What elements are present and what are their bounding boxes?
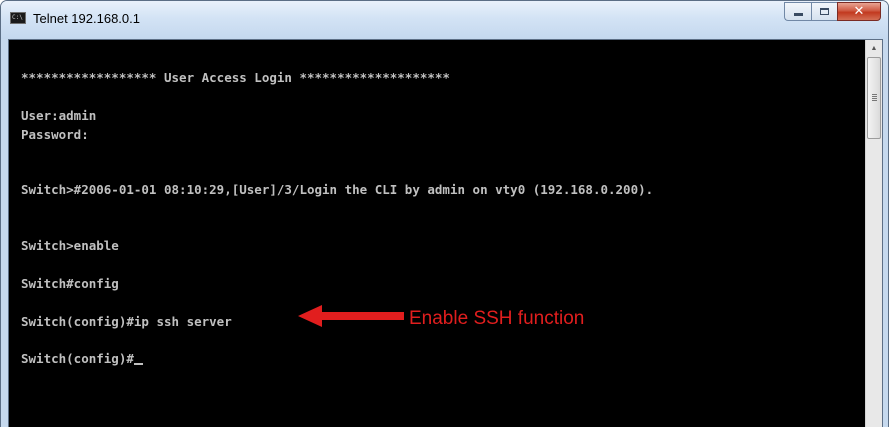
console-prompt-line[interactable]: Switch(config)# [21, 352, 143, 366]
console-app-icon[interactable]: C:\ [10, 12, 26, 24]
console-line: Switch(config)#ip ssh server [21, 314, 232, 329]
telnet-window: C:\ Telnet 192.168.0.1 ✕ ***************… [0, 0, 889, 427]
minimize-icon [793, 13, 803, 16]
text-cursor [133, 363, 143, 365]
console-line: ****************** User Access Login ***… [21, 70, 450, 85]
minimize-button[interactable] [784, 2, 811, 21]
caption-buttons: ✕ [784, 2, 881, 21]
close-button[interactable]: ✕ [837, 2, 881, 21]
title-bar[interactable]: C:\ Telnet 192.168.0.1 ✕ [1, 1, 888, 39]
scrollbar-thumb[interactable] [867, 57, 881, 139]
console-line: User:admin [21, 108, 97, 123]
console-line: Switch>enable [21, 238, 119, 253]
thumb-grip-icon [872, 94, 877, 101]
console-area[interactable]: ****************** User Access Login ***… [8, 39, 883, 427]
window-title: Telnet 192.168.0.1 [33, 11, 140, 26]
console-prompt: Switch(config)# [21, 351, 134, 366]
close-icon: ✕ [853, 4, 865, 19]
annotation-label: Enable SSH function [409, 308, 585, 329]
vertical-scrollbar[interactable]: ▲ [865, 40, 882, 427]
console-line: Switch>#2006-01-01 08:10:29,[User]/3/Log… [21, 182, 654, 197]
maximize-icon [820, 8, 829, 15]
maximize-button[interactable] [811, 2, 837, 21]
console-line: Password: [21, 127, 89, 142]
red-arrow-icon [298, 305, 404, 327]
console-line: Switch#config [21, 276, 119, 291]
scroll-up-arrow-icon[interactable]: ▲ [866, 40, 882, 57]
console-output[interactable]: ****************** User Access Login ***… [9, 40, 865, 427]
